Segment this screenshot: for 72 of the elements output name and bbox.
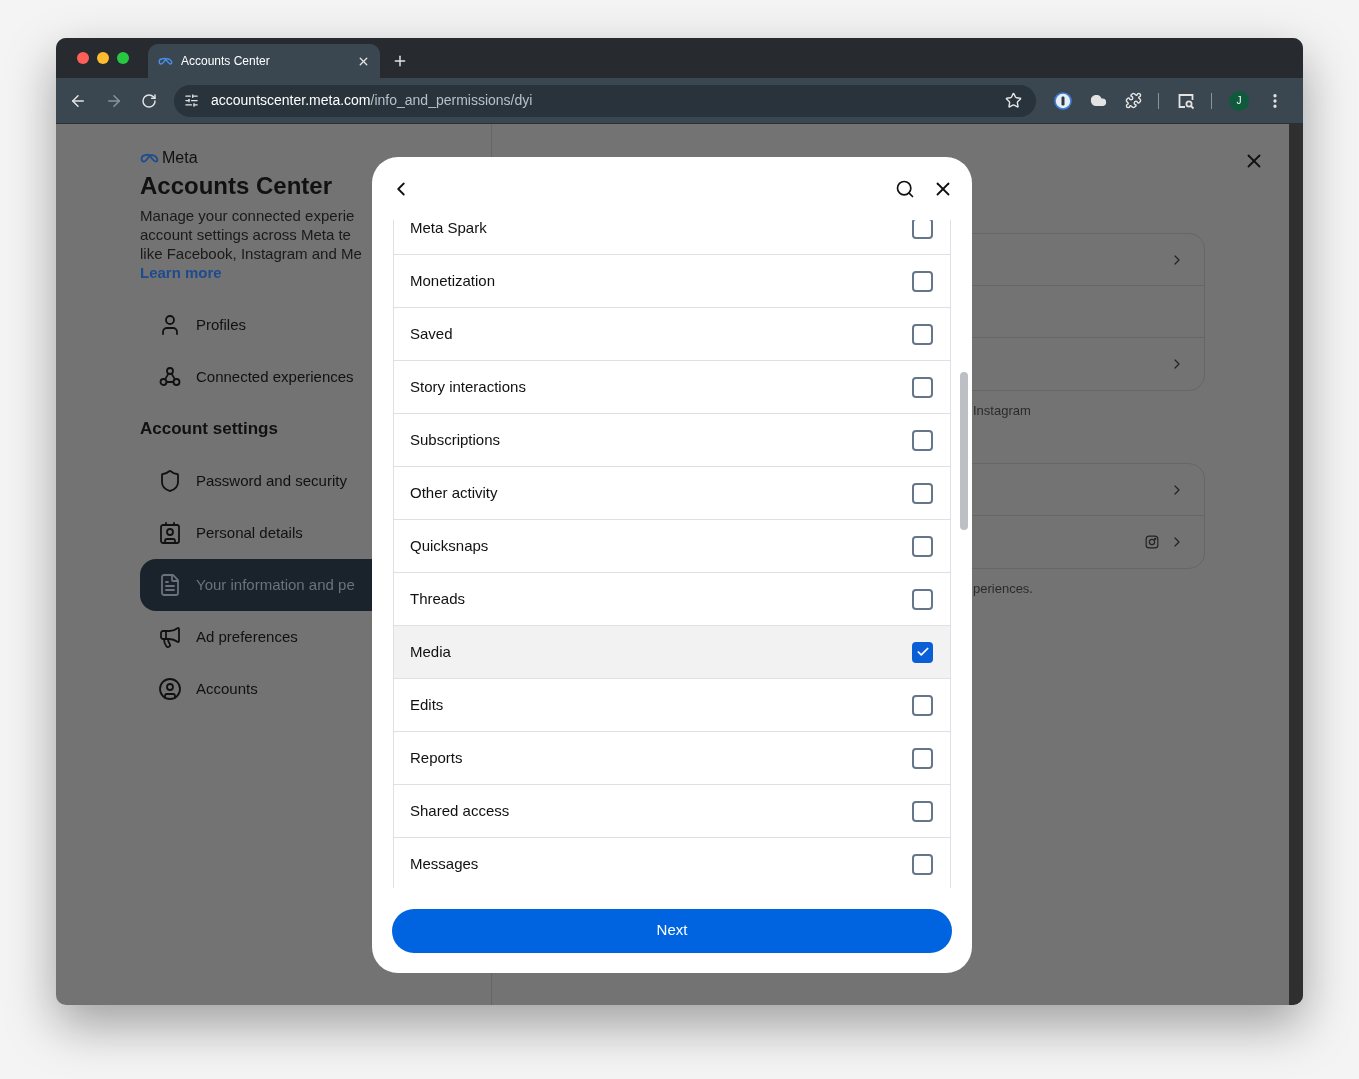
next-button[interactable]: Next: [392, 908, 952, 953]
description-line: account settings across Meta te: [140, 225, 351, 244]
checkbox[interactable]: [912, 482, 933, 504]
description-line: Manage your connected experie: [140, 206, 355, 225]
infinity-icon: [158, 56, 173, 66]
connected-nodes-icon: [158, 365, 182, 389]
nav-label: Personal details: [196, 522, 303, 543]
option-label: Story interactions: [410, 376, 527, 397]
option-label: Threads: [410, 588, 467, 609]
minimize-window-button[interactable]: [97, 52, 109, 64]
check-icon: [915, 645, 930, 659]
caption-text: Instagram: [973, 402, 1031, 421]
checkbox[interactable]: [912, 323, 933, 345]
account-circle-icon: [158, 677, 182, 701]
browser-tab[interactable]: Accounts Center: [148, 44, 380, 78]
option-label: Quicksnaps: [410, 535, 490, 556]
site-settings-icon[interactable]: [184, 93, 199, 108]
option-label: Subscriptions: [410, 429, 502, 450]
option-label: Media: [410, 641, 452, 662]
megaphone-icon: [158, 625, 182, 649]
checkbox[interactable]: [912, 747, 933, 769]
nav-label: Profiles: [196, 314, 247, 335]
checkbox[interactable]: [912, 853, 933, 875]
option-label: Monetization: [410, 270, 497, 291]
nav-label: Password and security: [196, 470, 347, 491]
checkbox[interactable]: [912, 376, 933, 398]
nav-label: Accounts: [196, 678, 258, 699]
url-text: accountscenter.meta.com/info_and_permissions/dyi: [211, 91, 534, 110]
option-label: Messages: [410, 853, 480, 874]
option-label: Shared access: [410, 800, 511, 821]
option-row[interactable]: Media: [394, 626, 950, 679]
checkbox[interactable]: [912, 694, 933, 716]
nav-label: Ad preferences: [196, 626, 298, 647]
checkbox[interactable]: [912, 270, 933, 292]
checkbox[interactable]: [912, 800, 933, 822]
option-label: Meta Spark: [410, 220, 488, 238]
search-icon: [895, 178, 915, 199]
nav-label: Your information and pe: [196, 574, 355, 595]
caption-text: periences.: [973, 580, 1033, 599]
option-label: Reports: [410, 747, 464, 768]
reload-icon[interactable]: [141, 92, 157, 109]
maximize-window-button[interactable]: [117, 52, 129, 64]
profile-avatar[interactable]: J: [1229, 90, 1249, 111]
option-label: Other activity: [410, 482, 499, 503]
tab-title: Accounts Center: [181, 53, 271, 70]
infinity-icon: [140, 152, 159, 164]
shield-icon: [158, 469, 182, 493]
checkbox[interactable]: [912, 535, 933, 557]
description-line: like Facebook, Instagram and Me: [140, 244, 362, 263]
puzzle-icon[interactable]: [1125, 92, 1142, 109]
document-icon: [158, 573, 182, 597]
bookmark-star-icon[interactable]: [1005, 92, 1022, 109]
section-heading: Account settings: [140, 418, 278, 441]
id-card-icon: [158, 521, 182, 545]
extension-icon[interactable]: [1054, 91, 1072, 110]
cloud-icon[interactable]: [1090, 92, 1107, 109]
tab-search-icon[interactable]: [1177, 91, 1195, 110]
option-label: Saved: [410, 323, 454, 344]
scrollbar-thumb[interactable]: [960, 372, 968, 530]
option-label: Edits: [410, 694, 445, 715]
instagram-icon: [1145, 535, 1159, 549]
checkbox[interactable]: [912, 588, 933, 610]
checkbox[interactable]: [912, 641, 933, 663]
new-tab-icon[interactable]: [392, 53, 408, 69]
address-bar[interactable]: accountscenter.meta.com/info_and_permissions/dyi: [174, 84, 1036, 117]
checkbox[interactable]: [912, 220, 933, 239]
page-title: Accounts Center: [140, 171, 333, 201]
close-window-button[interactable]: [77, 52, 89, 64]
checkbox[interactable]: [912, 429, 933, 451]
option-row[interactable]: Meta Spark: [394, 220, 950, 255]
logo-text: Meta: [162, 148, 198, 168]
nav-label: Connected experiences: [196, 366, 354, 387]
